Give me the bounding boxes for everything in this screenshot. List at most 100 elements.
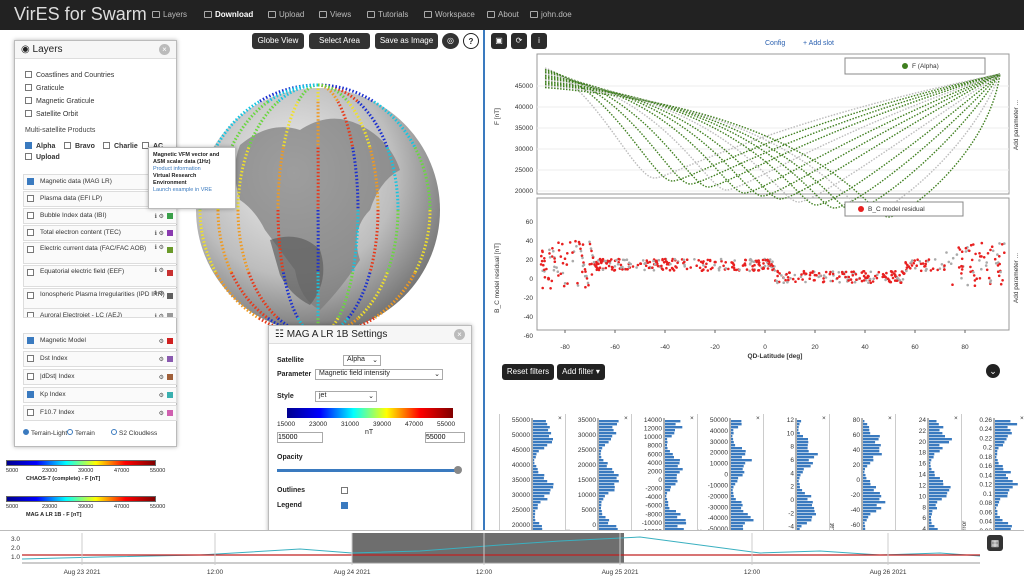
help-icon[interactable]: ? — [463, 33, 479, 49]
checkbox[interactable] — [25, 153, 32, 160]
model-layer-item[interactable]: F10.7 Index⚙ — [23, 405, 177, 421]
checkbox[interactable] — [64, 142, 71, 149]
close-icon[interactable]: × — [756, 415, 760, 422]
tooltip-product-link[interactable]: Product information — [153, 166, 231, 173]
info-icon[interactable]: ℹ ⚙ — [155, 310, 164, 318]
info-icon[interactable]: ℹ ⚙ — [155, 227, 164, 241]
close-icon[interactable]: × — [822, 415, 826, 422]
globe-view[interactable]: Globe View Select Area Save as Image ◎ ?… — [0, 30, 483, 530]
checkbox[interactable] — [25, 71, 32, 78]
checkbox[interactable] — [27, 195, 34, 202]
close-icon[interactable]: × — [1020, 415, 1024, 422]
legend-checkbox[interactable] — [341, 502, 348, 509]
close-icon[interactable]: × — [159, 44, 170, 55]
timeline-canvas[interactable]: 3.02.01.0Aug 23 202112:00Aug 24 202112:0… — [0, 531, 1024, 578]
nav-download[interactable]: Download — [204, 10, 253, 19]
nav-upload[interactable]: Upload — [268, 10, 304, 19]
checkbox[interactable] — [27, 292, 34, 299]
info-icon[interactable]: ℹ ⚙ — [155, 210, 164, 224]
base-layer-item[interactable]: Coastlines and Countries — [25, 71, 114, 79]
nav-workspace[interactable]: Workspace — [424, 10, 475, 19]
checkbox[interactable] — [27, 373, 34, 380]
app-brand[interactable]: VirES for Swarm — [14, 4, 147, 25]
base-layer-item[interactable]: Graticule — [25, 84, 64, 92]
satellite-toggle[interactable]: Charlie — [103, 142, 138, 150]
nav-about[interactable]: About — [487, 10, 519, 19]
max-range-input[interactable] — [425, 432, 465, 443]
model-layer-item[interactable]: Dst Index⚙ — [23, 351, 177, 367]
style-select[interactable]: jet⌄ — [315, 391, 377, 402]
checkbox[interactable] — [27, 337, 34, 344]
upload-toggle[interactable]: Upload — [25, 153, 60, 161]
timeline[interactable]: 3.02.01.0Aug 23 202112:00Aug 24 202112:0… — [0, 530, 1024, 577]
basemap-radio[interactable]: Terrain — [67, 429, 95, 437]
mid-add-parameter[interactable]: Add parameter ... — [1013, 253, 1020, 303]
globe-view-button[interactable]: Globe View — [252, 33, 304, 49]
opacity-slider-handle[interactable] — [454, 466, 462, 474]
close-icon[interactable]: × — [888, 415, 892, 422]
product-layer-item[interactable]: Auroral Electrojet - LC (AEJ)ℹ ⚙ — [23, 308, 177, 318]
checkbox[interactable] — [27, 391, 34, 398]
nav-tutorials[interactable]: Tutorials — [367, 10, 408, 19]
timeline-selection[interactable] — [352, 533, 624, 563]
nav-john-doe[interactable]: john.doe — [530, 10, 572, 19]
basemap-radio[interactable]: S2 Cloudless — [111, 429, 157, 437]
base-layer-item[interactable]: Satellite Orbit — [25, 110, 78, 118]
satellite-select[interactable]: Alpha⌄ — [343, 355, 381, 366]
top-add-parameter[interactable]: Add parameter ... — [1013, 100, 1020, 150]
settings-icon[interactable]: ⚙ — [159, 389, 164, 403]
checkbox[interactable] — [27, 212, 34, 219]
globe-icon[interactable]: ◎ — [442, 33, 459, 49]
reset-filters-button[interactable]: Reset filters — [502, 364, 554, 380]
info-icon[interactable]: ℹ ⚙ — [155, 290, 164, 298]
settings-icon[interactable]: ⚙ — [159, 335, 164, 349]
basemap-radio[interactable]: Terrain-Light — [23, 429, 67, 437]
close-icon[interactable]: × — [954, 415, 958, 422]
radio[interactable] — [23, 429, 29, 435]
parameter-select[interactable]: Magnetic field intensity⌄ — [315, 369, 443, 380]
save-image-button[interactable]: Save as Image — [375, 33, 438, 49]
checkbox[interactable] — [25, 84, 32, 91]
settings-icon[interactable]: ⚙ — [159, 353, 164, 367]
info-icon[interactable]: ℹ ⚙ — [155, 267, 164, 275]
settings-icon[interactable]: ⚙ — [159, 407, 164, 421]
nav-views[interactable]: Views — [319, 10, 351, 19]
outlines-checkbox[interactable] — [341, 487, 348, 494]
checkbox[interactable] — [25, 97, 32, 104]
checkbox[interactable] — [27, 269, 34, 276]
close-icon[interactable]: × — [690, 415, 694, 422]
checkbox[interactable] — [103, 142, 110, 149]
close-icon[interactable]: × — [558, 415, 562, 422]
close-icon[interactable]: × — [454, 329, 465, 340]
checkbox[interactable] — [27, 312, 34, 318]
min-range-input[interactable] — [277, 432, 323, 443]
product-layer-item[interactable]: Equatorial electric field (EEF)ℹ ⚙ — [23, 265, 177, 287]
satellite-toggle[interactable]: Bravo — [64, 142, 95, 150]
product-layer-item[interactable]: Electric current data (FAC/FAC AOB)ℹ ⚙ — [23, 242, 177, 264]
checkbox[interactable] — [27, 178, 34, 185]
chevron-down-icon[interactable]: ⌄ — [986, 364, 1000, 378]
opacity-slider[interactable] — [277, 469, 459, 472]
calendar-icon[interactable]: ▦ — [987, 535, 1003, 551]
tooltip-vre-link[interactable]: Launch example in VRE — [153, 187, 231, 194]
checkbox[interactable] — [27, 409, 34, 416]
radio[interactable] — [67, 429, 73, 435]
checkbox[interactable] — [27, 355, 34, 362]
add-filter-button[interactable]: Add filter ▾ — [557, 364, 605, 380]
checkbox[interactable] — [27, 246, 34, 253]
scatter-plots[interactable]: 450004000035000300002500020000F [nT]Add … — [485, 30, 1024, 380]
model-layer-item[interactable]: Magnetic Model⚙ — [23, 333, 177, 349]
base-layer-item[interactable]: Magnetic Graticule — [25, 97, 94, 105]
nav-layers[interactable]: Layers — [152, 10, 187, 19]
select-area-button[interactable]: Select Area — [309, 33, 370, 49]
radio[interactable] — [111, 429, 117, 435]
product-layer-item[interactable]: Total electron content (TEC)ℹ ⚙ — [23, 225, 177, 241]
info-icon[interactable]: ℹ ⚙ — [155, 244, 164, 252]
product-layer-item[interactable]: Ionospheric Plasma Irregularities (IPD I… — [23, 288, 177, 310]
model-layer-item[interactable]: Kp Index⚙ — [23, 387, 177, 403]
settings-icon[interactable]: ⚙ — [159, 371, 164, 385]
checkbox[interactable] — [25, 142, 32, 149]
close-icon[interactable]: × — [624, 415, 628, 422]
model-layer-item[interactable]: |dDst| Index⚙ — [23, 369, 177, 385]
checkbox[interactable] — [27, 229, 34, 236]
